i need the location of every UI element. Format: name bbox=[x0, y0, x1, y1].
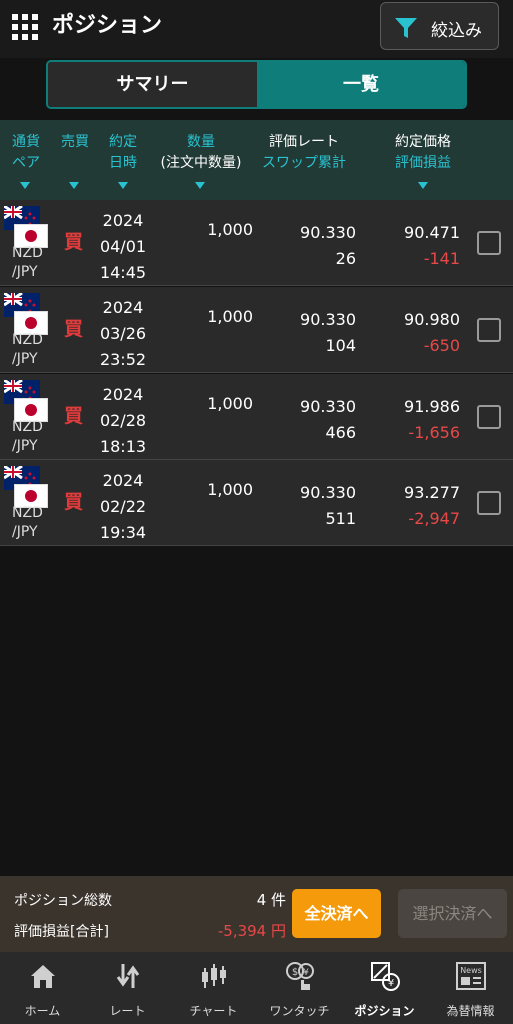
col-qty-label-1: 数量 bbox=[187, 134, 215, 150]
col-pair-label-1: 通貨 bbox=[12, 134, 40, 150]
currency-pair: NZD/JPY bbox=[12, 505, 43, 540]
nzd-jpy-flag-icon bbox=[4, 466, 48, 508]
col-date[interactable]: 約定 日時 bbox=[105, 132, 141, 174]
tab-list[interactable]: 一覧 bbox=[257, 62, 465, 107]
col-date-label-2: 日時 bbox=[109, 155, 137, 171]
side-buy: 買 bbox=[64, 231, 84, 253]
nzd-jpy-flag-icon bbox=[4, 293, 48, 335]
col-rate[interactable]: 評価レート スワップ累計 bbox=[258, 132, 350, 174]
sort-date-icon[interactable] bbox=[118, 182, 128, 189]
table-row[interactable]: NZD/JPY 買 2024 02/22 19:34 1,000 90.330 511… bbox=[0, 460, 513, 546]
col-side-label: 売買 bbox=[61, 134, 89, 150]
sort-pair-icon[interactable] bbox=[20, 182, 30, 189]
close-all-button[interactable]: 全決済へ bbox=[292, 889, 381, 938]
total-count-value: 4 件 bbox=[256, 891, 286, 909]
currency-pair: NZD/JPY bbox=[12, 419, 43, 454]
onetouch-icon: $ ¥ bbox=[286, 962, 314, 990]
nav-chart[interactable]: チャート bbox=[171, 952, 256, 1024]
col-qty[interactable]: 数量 (注文中数量) bbox=[155, 132, 247, 174]
rate-arrows-icon bbox=[116, 964, 140, 988]
home-icon bbox=[31, 965, 55, 988]
quantity: 1,000 bbox=[207, 220, 253, 239]
grid-menu-icon[interactable] bbox=[12, 14, 38, 40]
nav-news-label: 為替情報 bbox=[446, 1004, 495, 1018]
col-price-label-1: 約定価格 bbox=[395, 134, 451, 150]
col-date-label-1: 約定 bbox=[109, 134, 137, 150]
currency-pair: NZD/JPY bbox=[12, 332, 43, 367]
col-pair[interactable]: 通貨 ペア bbox=[8, 132, 44, 174]
app-header: ポジション 絞込み bbox=[0, 0, 513, 58]
row-checkbox[interactable] bbox=[477, 318, 501, 342]
side-buy: 買 bbox=[64, 318, 84, 340]
nav-chart-label: チャート bbox=[189, 1004, 238, 1018]
filter-button[interactable]: 絞込み bbox=[380, 2, 499, 50]
nav-rate[interactable]: レート bbox=[85, 952, 170, 1024]
sort-qty-icon[interactable] bbox=[195, 182, 205, 189]
price-pl: 93.277 -2,947 bbox=[404, 483, 460, 528]
candlestick-icon bbox=[202, 964, 226, 988]
price-pl: 91.986 -1,656 bbox=[404, 397, 460, 442]
table-row[interactable]: NZD/JPY 買 2024 02/28 18:13 1,000 90.330 466… bbox=[0, 374, 513, 460]
trade-datetime: 2024 02/22 19:34 bbox=[99, 471, 147, 542]
nav-home[interactable]: ホーム bbox=[0, 952, 85, 1024]
total-pl-value: -5,394 円 bbox=[217, 922, 286, 940]
col-qty-label-2: (注文中数量) bbox=[160, 155, 242, 171]
nav-news[interactable]: News 為替情報 bbox=[428, 952, 513, 1024]
trade-datetime: 2024 02/28 18:13 bbox=[99, 385, 147, 456]
rate-swap: 90.330 466 bbox=[300, 397, 356, 442]
total-count-label: ポジション総数 bbox=[14, 893, 112, 909]
sort-side-icon[interactable] bbox=[69, 182, 79, 189]
table-row[interactable]: NZD/JPY 買 2024 03/26 23:52 1,000 90.330 104… bbox=[0, 287, 513, 373]
nav-position[interactable]: ¥ ポジション bbox=[342, 952, 427, 1024]
tab-summary[interactable]: サマリー bbox=[48, 62, 257, 107]
filter-icon bbox=[395, 18, 417, 38]
quantity: 1,000 bbox=[207, 307, 253, 326]
nav-onetouch-label: ワンタッチ bbox=[269, 1004, 330, 1018]
close-selected-button[interactable]: 選択決済へ bbox=[398, 889, 507, 938]
svg-text:News: News bbox=[460, 966, 482, 975]
nzd-jpy-flag-icon bbox=[4, 206, 48, 248]
price-pl: 90.471 -141 bbox=[404, 223, 460, 268]
nav-home-label: ホーム bbox=[24, 1004, 61, 1018]
quantity: 1,000 bbox=[207, 394, 253, 413]
table-row[interactable]: NZD/JPY 買 2024 04/01 14:45 1,000 90.330 26 … bbox=[0, 200, 513, 286]
rate-swap: 90.330 26 bbox=[300, 223, 356, 268]
col-rate-label-1: 評価レート bbox=[269, 134, 339, 150]
nzd-jpy-flag-icon bbox=[4, 380, 48, 422]
nav-position-label: ポジション bbox=[354, 1004, 415, 1018]
filter-label: 絞込み bbox=[431, 21, 482, 41]
table-header: 通貨 ペア 売買 約定 日時 数量 (注文中数量) 評価レート スワップ累計 約… bbox=[0, 120, 513, 200]
row-checkbox[interactable] bbox=[477, 491, 501, 515]
currency-pair: NZD/JPY bbox=[12, 245, 43, 280]
page-title: ポジション bbox=[52, 13, 163, 38]
col-rate-label-2: スワップ累計 bbox=[262, 155, 346, 171]
svg-text:$: $ bbox=[292, 967, 298, 978]
rate-swap: 90.330 511 bbox=[300, 483, 356, 528]
rate-swap: 90.330 104 bbox=[300, 310, 356, 355]
bottom-nav: ホーム レート チャート $ ¥ ワンタッチ ¥ ポジション News 為替情報 bbox=[0, 952, 513, 1024]
svg-text:¥: ¥ bbox=[388, 978, 394, 989]
row-checkbox[interactable] bbox=[477, 231, 501, 255]
nav-onetouch[interactable]: $ ¥ ワンタッチ bbox=[257, 952, 342, 1024]
col-pair-label-2: ペア bbox=[12, 155, 40, 171]
nav-rate-label: レート bbox=[109, 1004, 146, 1018]
view-segment: サマリー 一覧 bbox=[46, 60, 467, 109]
price-pl: 90.980 -650 bbox=[404, 310, 460, 355]
svg-text:¥: ¥ bbox=[303, 968, 309, 978]
news-icon: News bbox=[456, 962, 486, 990]
total-pl-label: 評価損益[合計] bbox=[14, 924, 109, 940]
col-price[interactable]: 約定価格 評価損益 bbox=[388, 132, 458, 174]
row-checkbox[interactable] bbox=[477, 405, 501, 429]
col-price-label-2: 評価損益 bbox=[395, 155, 451, 171]
side-buy: 買 bbox=[64, 405, 84, 427]
trade-datetime: 2024 04/01 14:45 bbox=[99, 211, 147, 282]
position-icon: ¥ bbox=[371, 962, 400, 991]
trade-datetime: 2024 03/26 23:52 bbox=[99, 298, 147, 369]
col-side[interactable]: 売買 bbox=[58, 132, 92, 153]
sort-pl-icon[interactable] bbox=[418, 182, 428, 189]
quantity: 1,000 bbox=[207, 480, 253, 499]
side-buy: 買 bbox=[64, 491, 84, 513]
